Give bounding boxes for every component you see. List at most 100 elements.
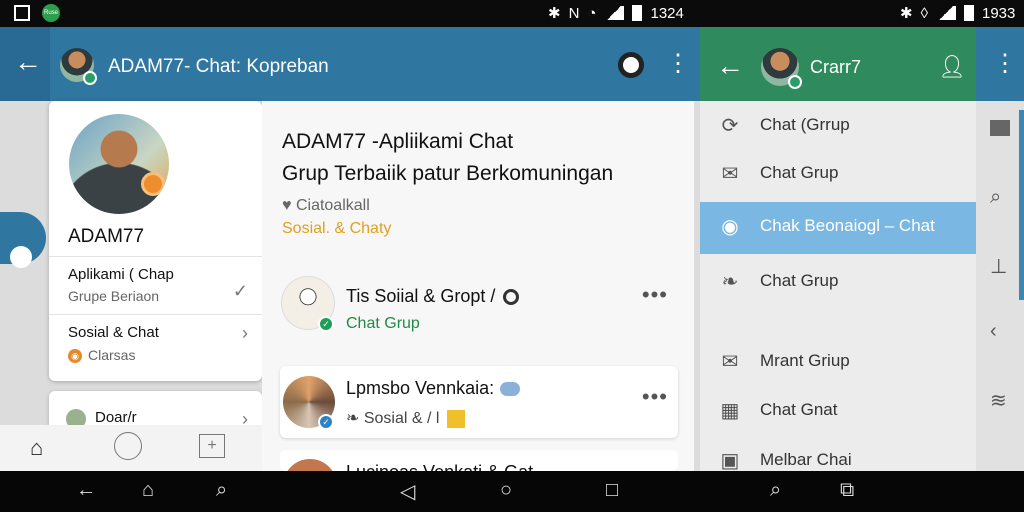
profile-row-subtitle: ◉ Clarsas (68, 347, 136, 364)
verified-icon: ✓ (318, 414, 334, 430)
profile-name: ADAM77 (68, 226, 145, 247)
menu-item[interactable]: ⟳ Chat (Grrup (700, 101, 976, 151)
menu-item-label: Chat Grup (760, 271, 839, 290)
status-right: ✱ ◊ 1933 (900, 4, 1015, 23)
tack-icon[interactable]: ⊥ (990, 254, 1007, 279)
coin-badge-icon (141, 172, 165, 196)
verified-icon: ✓ (318, 316, 334, 332)
divider (49, 314, 262, 315)
chevron-right-icon[interactable]: › (242, 323, 248, 344)
home-icon[interactable]: ⌂ (142, 479, 154, 502)
person-icon[interactable]: 👤︎ (938, 54, 966, 80)
menu-item-label: Chat Gnat (760, 400, 838, 419)
menu-item-label: Mrant Griup (760, 351, 850, 370)
list-item[interactable]: ✓ Tis Soiial & Gropt / Chat Grup ••• (280, 268, 678, 342)
profile-row-subtitle-text: Clarsas (88, 347, 136, 363)
menu-item[interactable]: ✉ Chat Grup (700, 149, 976, 199)
profile-row-subtitle: Grupe Beriaon (68, 288, 160, 304)
main-meta-text: Ciatoalkall (295, 197, 370, 214)
list-item[interactable]: ✓ Lpmsbo Vennkaia: ❧ Sosial & / l ••• (280, 366, 678, 438)
secondary-card-label: Doar/r (95, 409, 137, 426)
menu-item[interactable]: ▣ Melbar Chai (700, 436, 976, 471)
menu-item[interactable]: ✉ Mrant Griup (700, 337, 976, 387)
arrow-left-icon[interactable]: ← (14, 46, 42, 78)
mail-icon: ✉ (721, 351, 739, 373)
kebab-icon[interactable]: ⋮ (993, 52, 1017, 76)
card-icon[interactable] (990, 120, 1010, 136)
location-pin-icon: ◉ (721, 216, 739, 238)
avatar[interactable] (60, 48, 97, 85)
status-left: Ruse (14, 4, 60, 22)
leaf-icon: ❧ (346, 410, 364, 427)
profile-row-title[interactable]: Aplikami ( Chap (68, 266, 174, 283)
item-subtitle: ❧ Sosial & / l (346, 408, 466, 428)
main-title-line: Grup Terbaiik patur Berkomuningan (282, 162, 614, 185)
profile-row-title[interactable]: Sosial & Chat (68, 324, 159, 341)
app-badge-icon: Ruse (42, 4, 60, 22)
more-icon[interactable]: ••• (642, 282, 668, 308)
profile-card: ADAM77 Aplikami ( Chap Grupe Beriaon ✓ S… (49, 101, 262, 381)
drawer-tab[interactable] (0, 212, 46, 268)
avatar (283, 459, 337, 471)
mail-icon: ✉ (721, 163, 739, 185)
refresh-icon: ⟳ (721, 115, 739, 137)
search-icon[interactable]: ⌕ (216, 479, 227, 502)
screen: Ruse ✱ N ◔ 1324 ✱ ◊ 1933 ← ADAM77- Chat:… (0, 0, 1024, 512)
menu-item-active[interactable]: ◉ Chak Beonaiogl – Chat (700, 202, 976, 254)
side-strip (976, 101, 1024, 471)
kebab-icon[interactable]: ⋮ (666, 52, 690, 76)
chevron-left-icon[interactable]: ‹ (990, 320, 997, 343)
heart-icon: ♥ (282, 197, 296, 214)
home-icon[interactable]: ⌂ (30, 435, 43, 461)
secondary-card[interactable]: Doar/r › (49, 391, 262, 429)
right-app-bar-title: Crarr7 (810, 57, 862, 77)
online-badge-icon (83, 71, 97, 85)
menu-item[interactable]: ❧ Chat Grup (700, 257, 976, 307)
item-title: Tis Soiial & Gropt / (346, 286, 520, 307)
main-title-line: ADAM77 -Apliikami Chat (282, 130, 514, 153)
home-circle-icon[interactable]: ○ (500, 479, 512, 502)
location-icon[interactable] (114, 432, 142, 460)
compass-icon[interactable] (618, 52, 644, 78)
signal-icon (936, 6, 956, 20)
status-mid: ✱ N ◔ 1324 (548, 4, 684, 23)
more-icon[interactable]: ••• (642, 384, 668, 410)
item-title: Lucinoas Venkati & Gat (346, 462, 533, 471)
tabs-icon[interactable]: ⧉ (840, 479, 854, 502)
menu-item[interactable]: ▦ Chat Gnat (700, 386, 976, 436)
mute-icon: N (568, 4, 580, 22)
search-icon[interactable]: ⌕ (770, 479, 781, 502)
gift-icon (447, 409, 466, 428)
refresh-icon (503, 289, 520, 306)
item-subtitle: Chat Grup (346, 315, 420, 332)
list-item[interactable]: Lucinoas Venkati & Gat (280, 450, 678, 471)
app-bar-title: ADAM77- Chat: Kopreban (108, 56, 329, 77)
avatar[interactable] (761, 48, 802, 89)
back-triangle-icon[interactable]: ◁ (400, 479, 415, 504)
item-title-text: Tis Soiial & Gropt / (346, 286, 496, 306)
menu-item-label: Chat Grup (760, 163, 839, 182)
add-icon[interactable]: + (199, 434, 225, 458)
menu-item-label: Chak Beonaiogl – Chat (760, 216, 935, 235)
book-icon: ▣ (720, 450, 740, 471)
battery-icon (632, 5, 643, 21)
vibrate-icon: ✱ (548, 5, 561, 22)
search-icon[interactable]: ⌕ (990, 186, 1001, 209)
main-title: ADAM77 -Apliikami Chat Grup Terbaiik pat… (282, 126, 682, 190)
bluetooth-icon: ✱ (900, 5, 913, 22)
building-icon: ▦ (720, 400, 740, 422)
arrow-left-icon[interactable]: ← (716, 50, 744, 82)
menu-item-label: Melbar Chai (760, 450, 852, 469)
tag-icon (500, 382, 521, 397)
item-title: Lpmsbo Vennkaia: (346, 378, 521, 399)
main-category: Sosial. & Chaty (282, 220, 392, 237)
back-icon[interactable]: ← (76, 479, 96, 502)
recents-icon[interactable]: □ (606, 479, 618, 502)
system-nav-bar: ← ⌂ ⌕ ◁ ○ □ ⌕ ⧉ (0, 471, 1024, 512)
left-app-bar (0, 27, 700, 101)
scrollbar[interactable] (1019, 110, 1024, 300)
profile-avatar[interactable] (69, 114, 169, 214)
check-icon[interactable]: ✓ (233, 281, 248, 302)
stack-icon[interactable]: ≋ (990, 388, 1007, 413)
divider (49, 256, 262, 257)
